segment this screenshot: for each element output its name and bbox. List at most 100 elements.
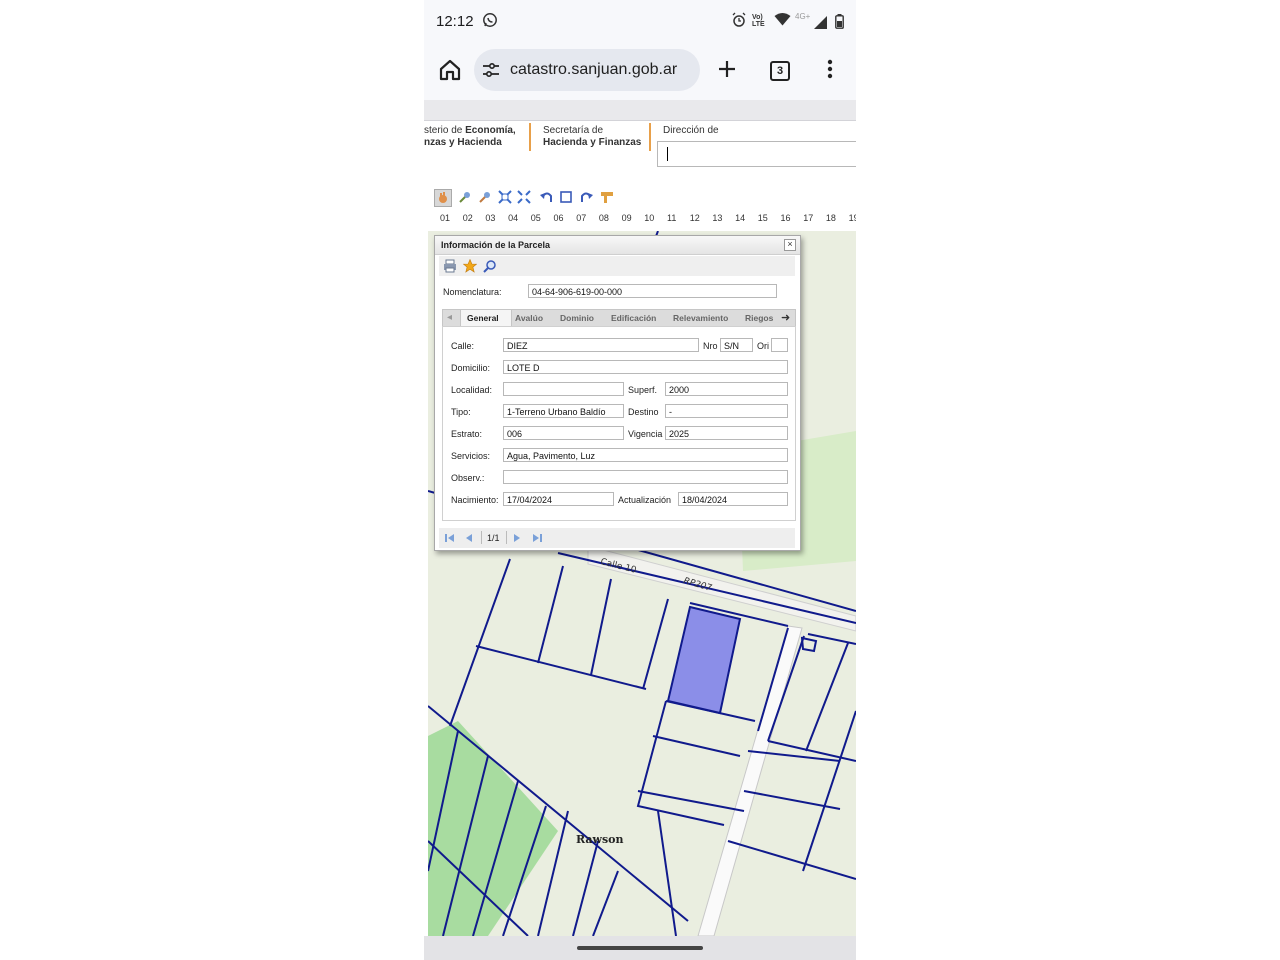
nacimiento-field[interactable]: 17/04/2024: [503, 492, 614, 506]
print-icon[interactable]: [443, 259, 457, 275]
estrato-field[interactable]: 006: [503, 426, 624, 440]
measure-icon[interactable]: [600, 190, 614, 209]
tab-avaluo[interactable]: Avalúo: [515, 313, 543, 323]
browser-toolbar: catastro.sanjuan.gob.ar 3: [424, 44, 856, 100]
gesture-home-bar[interactable]: [577, 946, 703, 950]
site-settings-icon[interactable]: [482, 62, 500, 83]
map-label-town: Rawson: [576, 833, 624, 846]
home-icon[interactable]: [439, 59, 461, 86]
ori-label: Ori: [757, 341, 769, 351]
favorite-star-icon[interactable]: [462, 258, 478, 275]
direccion-label: Dirección de: [663, 125, 719, 136]
ruler-number: 05: [530, 213, 541, 223]
ruler-number: 06: [553, 213, 564, 223]
servicios-label: Servicios:: [451, 451, 491, 461]
ruler-number: 19: [848, 213, 856, 223]
battery-icon: [835, 14, 844, 34]
pan-hand-icon[interactable]: [434, 189, 452, 207]
tab-general[interactable]: General: [467, 313, 499, 323]
next-record-icon[interactable]: [512, 533, 522, 545]
tab-switcher-button[interactable]: 3: [770, 61, 790, 81]
superf-field[interactable]: 2000: [665, 382, 788, 396]
observ-label: Observ.:: [451, 473, 485, 483]
zoom-out-icon[interactable]: [478, 190, 492, 209]
text-caret: [667, 147, 668, 161]
calle-label: Calle:: [451, 341, 475, 351]
ruler-number: 04: [508, 213, 519, 223]
previous-view-icon[interactable]: [540, 190, 554, 209]
more-menu-icon[interactable]: [827, 59, 833, 84]
secretaria-label: Secretaría de Hacienda y Finanzas: [543, 125, 642, 148]
status-bar: 12:12 Vo) LTE 4G+: [424, 0, 856, 44]
pager-divider: [481, 531, 482, 544]
zoom-box-icon[interactable]: [559, 190, 573, 209]
ruler-number: 18: [825, 213, 836, 223]
nro-field[interactable]: S/N: [720, 338, 753, 352]
url-text[interactable]: catastro.sanjuan.gob.ar: [510, 61, 677, 79]
address-bar[interactable]: catastro.sanjuan.gob.ar: [474, 49, 700, 91]
zoom-in-icon[interactable]: [458, 190, 472, 209]
close-icon[interactable]: ×: [784, 239, 796, 251]
calle-field[interactable]: DIEZ: [503, 338, 699, 352]
search-input[interactable]: [657, 141, 856, 167]
ori-field[interactable]: [771, 338, 788, 352]
nomenclatura-field[interactable]: 04-64-906-619-00-000: [528, 284, 777, 298]
servicios-field[interactable]: Agua, Pavimento, Luz: [503, 448, 788, 462]
actualizacion-field[interactable]: 18/04/2024: [678, 492, 788, 506]
last-record-icon[interactable]: [532, 533, 542, 545]
superf-label: Superf.: [628, 385, 658, 395]
ruler-number: 15: [757, 213, 768, 223]
first-record-icon[interactable]: [445, 533, 455, 545]
map-scale-ruler: 01 02 03 04 05 06 07 08 09 10 11 12 13 14 15 16 17 18 19: [428, 208, 856, 230]
estrato-label: Estrato:: [451, 429, 483, 439]
tab-edificacion[interactable]: Edificación: [611, 313, 656, 323]
general-tab-panel: Calle: DIEZ Nro S/N Ori Domicilio: LOTE …: [442, 326, 796, 521]
record-pager: 1/1: [439, 528, 795, 548]
nomenclatura-label: Nomenclatura:: [443, 287, 502, 297]
zoom-to-parcel-icon[interactable]: [483, 259, 497, 275]
header-divider: [529, 123, 531, 151]
tab-riegos[interactable]: Riegos: [745, 313, 773, 323]
network-type-indicator: 4G+: [795, 12, 811, 21]
ruler-number: 09: [621, 213, 632, 223]
destino-field[interactable]: -: [665, 404, 788, 418]
full-extent-icon[interactable]: [498, 190, 512, 209]
localidad-field[interactable]: [503, 382, 624, 396]
status-time: 12:12: [436, 13, 474, 30]
prev-record-icon[interactable]: [464, 533, 474, 545]
ruler-number: 16: [780, 213, 791, 223]
parcel-info-dialog: Información de la Parcela × Nomenclatura…: [434, 235, 801, 551]
pager-count: 1/1: [487, 533, 500, 543]
tipo-label: Tipo:: [451, 407, 471, 417]
localidad-label: Localidad:: [451, 385, 493, 395]
ruler-number: 07: [576, 213, 587, 223]
new-tab-icon[interactable]: [717, 59, 737, 84]
domicilio-field[interactable]: LOTE D: [503, 360, 788, 374]
vigencia-field[interactable]: 2025: [665, 426, 788, 440]
pager-divider: [506, 531, 507, 544]
ruler-number: 17: [803, 213, 814, 223]
tab-scroll-right-icon[interactable]: ➜: [781, 311, 790, 324]
ruler-number: 12: [689, 213, 700, 223]
page-top-strip: [424, 100, 856, 121]
tab-relevamiento[interactable]: Relevamiento: [673, 313, 728, 323]
domicilio-label: Domicilio:: [451, 363, 491, 373]
volte-indicator: Vo) LTE: [752, 14, 765, 28]
dialog-title: Información de la Parcela: [441, 240, 551, 250]
next-view-icon[interactable]: [579, 190, 593, 209]
ruler-number: 02: [462, 213, 473, 223]
tipo-field[interactable]: 1-Terreno Urbano Baldío: [503, 404, 624, 418]
tab-scroll-left-icon[interactable]: ◂: [447, 312, 452, 323]
ruler-number: 03: [485, 213, 496, 223]
tab-dominio[interactable]: Dominio: [560, 313, 594, 323]
observ-field[interactable]: [503, 470, 788, 484]
ruler-number: 01: [440, 213, 451, 223]
signal-icon: [814, 16, 828, 34]
wifi-icon: [774, 13, 791, 31]
dialog-titlebar[interactable]: Información de la Parcela ×: [435, 236, 800, 255]
zoom-extent-icon[interactable]: [517, 190, 531, 209]
site-header: sterio de Economía, nzas y Hacienda Secr…: [424, 121, 856, 185]
selected-parcel[interactable]: [666, 605, 742, 715]
vigencia-label: Vigencia: [628, 429, 663, 439]
ruler-number: 14: [735, 213, 746, 223]
